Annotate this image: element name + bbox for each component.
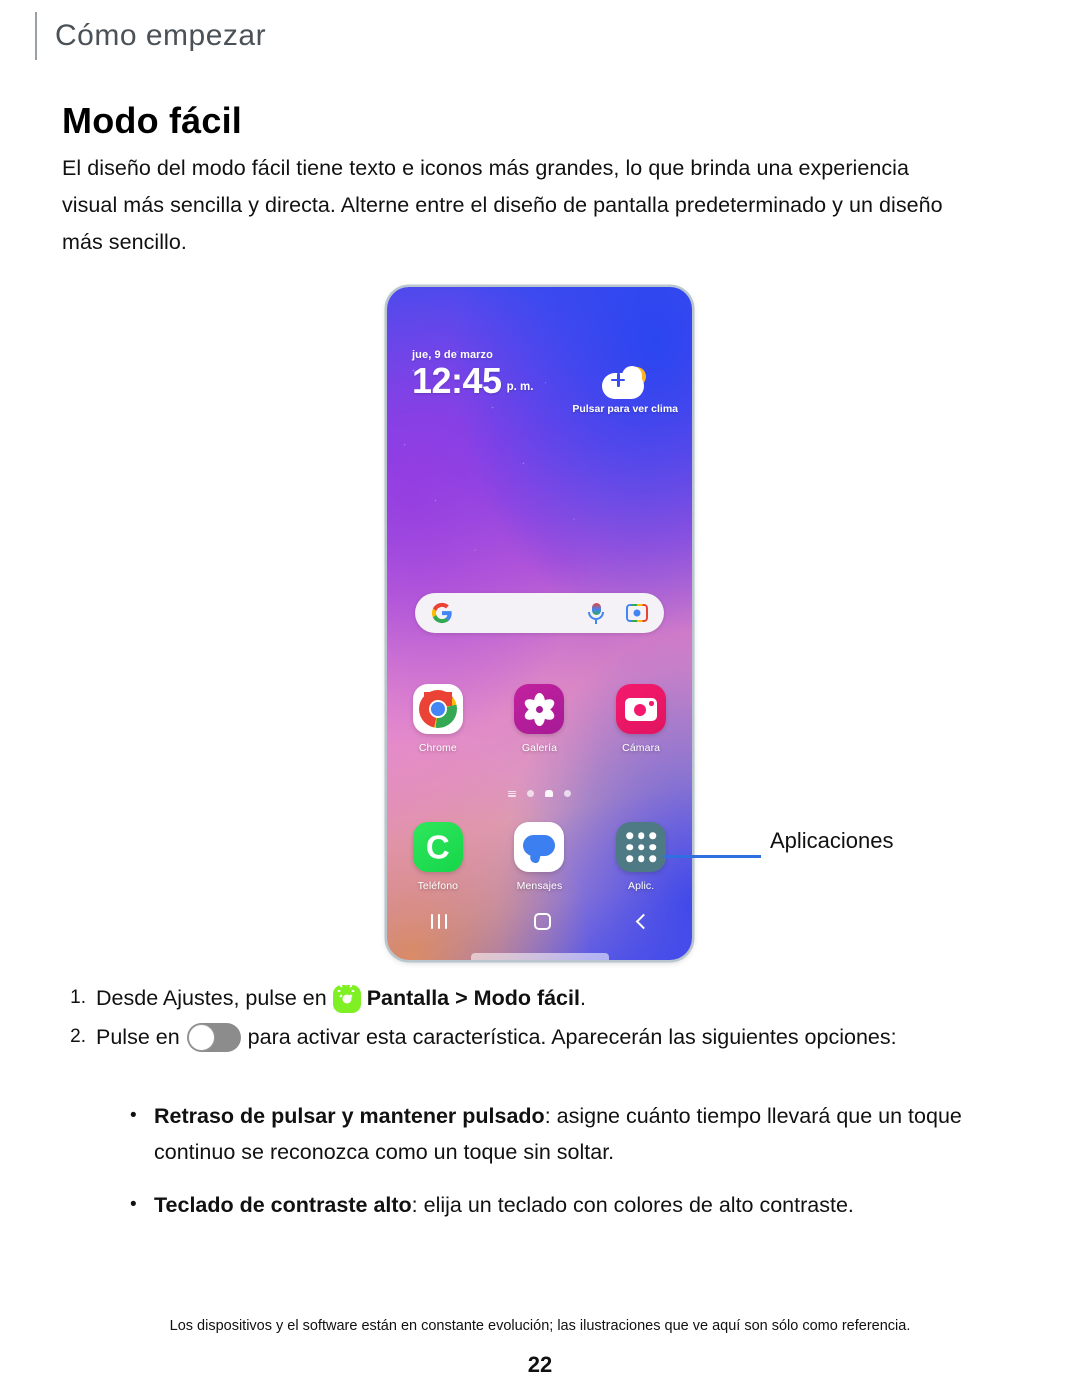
weather-widget[interactable]: Pulsar para ver clima xyxy=(572,366,678,415)
step-1-pre: Desde Ajustes, pulse en xyxy=(96,986,327,1010)
list-item: • Retraso de pulsar y mantener pulsado: … xyxy=(130,1098,1010,1170)
step-1: 1. Desde Ajustes, pulse en Pantalla > Mod… xyxy=(62,980,992,1016)
footnote: Los dispositivos y el software están en … xyxy=(169,1318,911,1334)
app-label: Aplic. xyxy=(628,880,655,892)
plus-icon xyxy=(610,372,626,388)
app-camara[interactable]: Cámara xyxy=(602,684,680,754)
running-head-label: Cómo empezar xyxy=(55,19,267,52)
phone-illustration: jue, 9 de marzo 12:45 p. m. Pulsar para … xyxy=(387,287,692,960)
callout-label: Aplicaciones xyxy=(770,828,894,853)
microphone-icon[interactable] xyxy=(588,602,604,624)
list-item-term: Teclado de contraste alto xyxy=(154,1193,412,1217)
clock-time: 12:45 xyxy=(412,360,502,401)
app-chrome[interactable]: Chrome xyxy=(399,684,477,754)
intro-paragraph: El diseño del modo fácil tiene texto e i… xyxy=(62,156,943,254)
list-item-desc: : elija un teclado con colores de alto c… xyxy=(411,1193,854,1217)
app-row-1: Chrome Galería Cámara xyxy=(387,684,692,754)
cloud-plus-sun-icon xyxy=(602,366,648,399)
manual-page: Cómo empezar Modo fácil El diseño del mo… xyxy=(0,0,1080,1397)
home-page-dot[interactable] xyxy=(545,790,553,797)
navigation-bar xyxy=(387,904,692,938)
app-label: Mensajes xyxy=(516,880,563,892)
app-label: Teléfono xyxy=(417,880,459,892)
numbered-steps: 1. Desde Ajustes, pulse en Pantalla > Mod… xyxy=(62,980,992,1058)
app-row-2: C Teléfono Mensajes Aplic. xyxy=(387,822,692,892)
weather-label: Pulsar para ver clima xyxy=(572,403,678,415)
gallery-flower-icon xyxy=(514,684,565,734)
app-telefono[interactable]: C Teléfono xyxy=(399,822,477,892)
list-item-term: Retraso de pulsar y mantener pulsado xyxy=(154,1104,545,1128)
back-icon[interactable] xyxy=(635,913,651,929)
page-title: Modo fácil xyxy=(62,100,242,141)
app-galeria[interactable]: Galería xyxy=(500,684,578,754)
apps-grid-icon xyxy=(616,822,667,872)
page-dot[interactable] xyxy=(527,790,534,797)
step-1-bold-modofacil: Modo fácil xyxy=(473,986,580,1010)
phone-icon: C xyxy=(412,822,463,872)
recents-icon[interactable] xyxy=(430,913,447,929)
chrome-icon xyxy=(412,684,463,734)
camera-icon xyxy=(616,684,667,734)
clock-ampm: p. m. xyxy=(506,381,534,394)
running-head-rule xyxy=(35,12,37,60)
step-2: 2. Pulse en para activar esta característ… xyxy=(62,1019,992,1055)
google-search-bar[interactable] xyxy=(415,593,664,633)
app-mensajes[interactable]: Mensajes xyxy=(500,822,578,892)
app-label: Chrome xyxy=(418,742,457,754)
google-lens-icon[interactable] xyxy=(626,604,648,622)
app-label: Galería xyxy=(521,742,558,754)
step-1-bold-pantalla: Pantalla xyxy=(366,986,450,1010)
google-g-icon xyxy=(431,602,452,624)
list-item-text: Retraso de pulsar y mantener pulsado: as… xyxy=(154,1098,1010,1170)
running-head: Cómo empezar xyxy=(35,12,266,60)
callout-leader-line xyxy=(663,855,761,858)
step-text: Pulse en para activar esta característica… xyxy=(96,1019,992,1055)
gesture-bar xyxy=(470,953,609,960)
list-item: • Teclado de contraste alto: elija un te… xyxy=(130,1187,1010,1223)
page-dot[interactable] xyxy=(564,790,571,797)
page-number: 22 xyxy=(527,1352,553,1377)
clock-widget[interactable]: jue, 9 de marzo 12:45 p. m. xyxy=(412,349,534,401)
toggle-switch-off[interactable] xyxy=(186,1023,241,1052)
app-label: Cámara xyxy=(622,742,661,754)
messages-bubble-icon xyxy=(514,822,565,872)
bullet-dot: • xyxy=(130,1194,137,1215)
bullet-dot: • xyxy=(130,1105,137,1126)
options-list: • Retraso de pulsar y mantener pulsado: … xyxy=(130,1098,1010,1240)
step-number: 2. xyxy=(70,1026,86,1047)
list-item-text: Teclado de contraste alto: elija un tecl… xyxy=(154,1187,1010,1223)
page-indicator xyxy=(387,790,692,797)
step-1-post: . xyxy=(579,986,586,1010)
step-2-post: para activar esta característica. Aparec… xyxy=(247,1025,897,1049)
display-brightness-icon xyxy=(332,982,361,1013)
list-view-icon[interactable] xyxy=(508,790,516,797)
step-text: Desde Ajustes, pulse en Pantalla > Modo f… xyxy=(96,980,992,1016)
home-icon[interactable] xyxy=(533,912,551,930)
step-1-separator: > xyxy=(449,986,474,1010)
step-2-pre: Pulse en xyxy=(96,1025,180,1049)
phone-screen: jue, 9 de marzo 12:45 p. m. Pulsar para … xyxy=(387,287,692,960)
step-number: 1. xyxy=(70,987,86,1008)
